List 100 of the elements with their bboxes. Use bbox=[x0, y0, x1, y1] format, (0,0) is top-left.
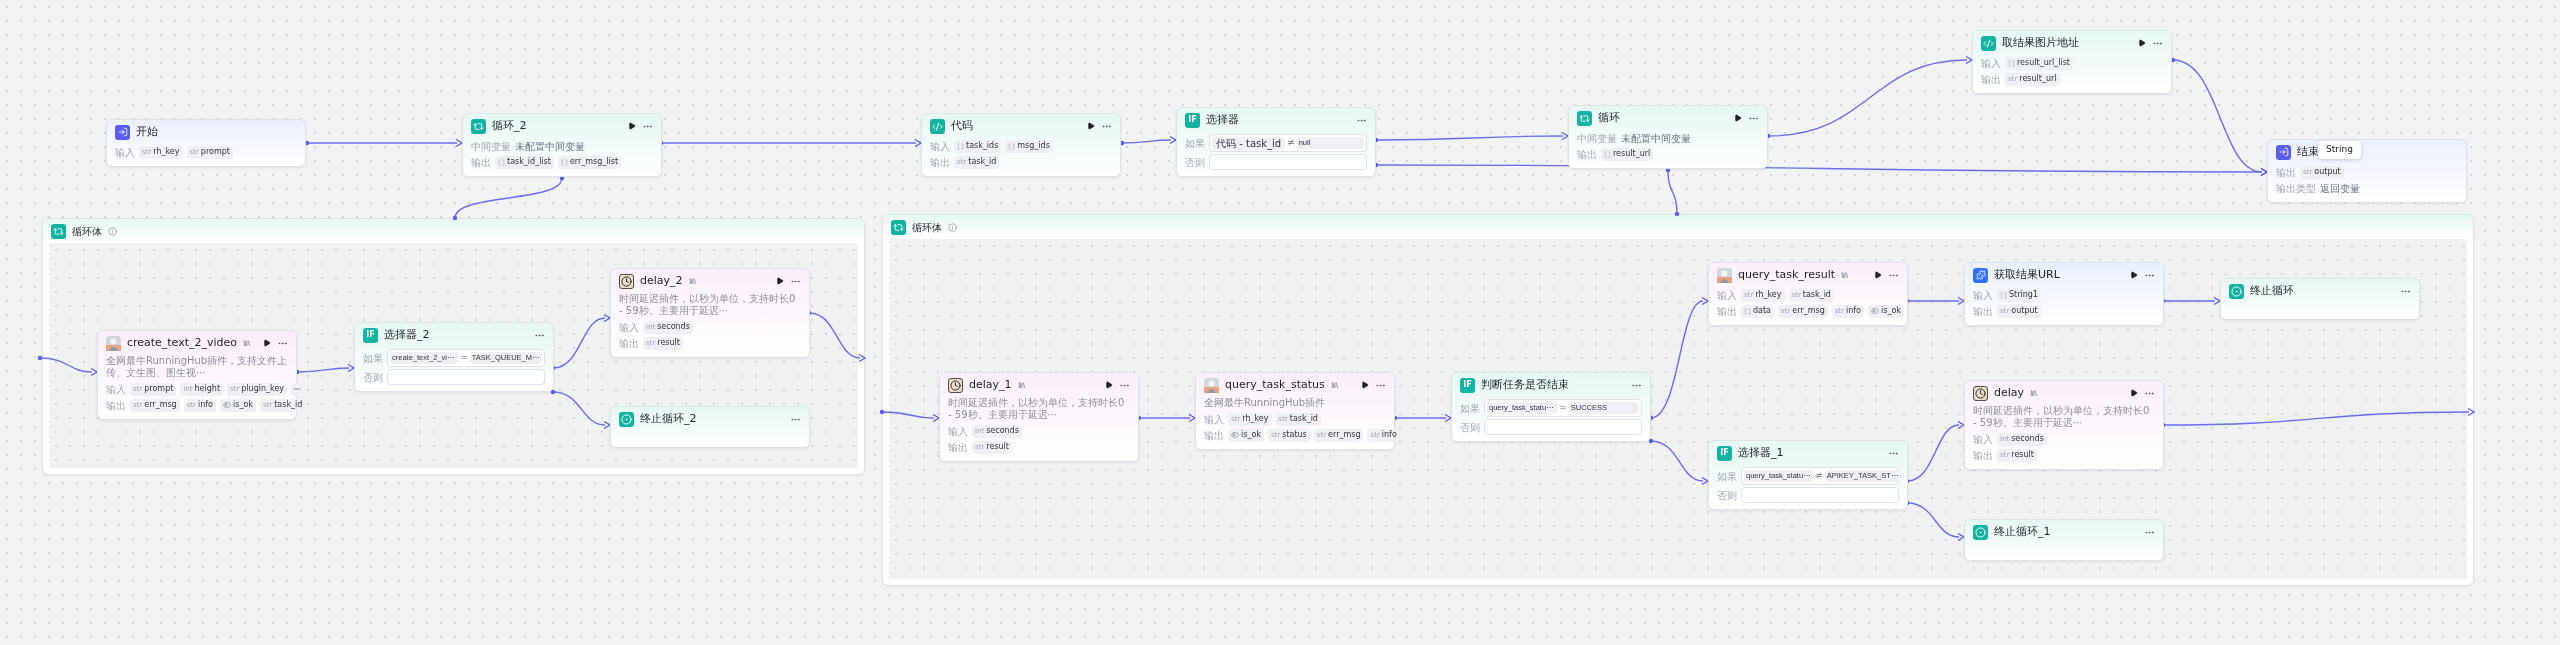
stop-icon bbox=[1973, 524, 1988, 540]
param-name: rh_key bbox=[1755, 291, 1782, 299]
library-icon bbox=[1841, 271, 1850, 279]
node-title: delay_1 bbox=[969, 376, 1012, 393]
row-value: 返回变量 bbox=[2320, 181, 2360, 196]
param-name: rh_key bbox=[153, 148, 180, 156]
run-button[interactable] bbox=[776, 277, 784, 285]
library-icon bbox=[2030, 389, 2039, 397]
node-title: query_task_result bbox=[1738, 266, 1836, 283]
run-button[interactable] bbox=[2130, 271, 2138, 279]
play-icon bbox=[2138, 39, 2146, 47]
node-card[interactable]: 终止循环_2 bbox=[610, 406, 810, 448]
enter-icon bbox=[115, 124, 130, 140]
plugin-icon bbox=[1204, 377, 1219, 393]
row-label: 中间变量 bbox=[471, 139, 511, 154]
row-label: 输出类型 bbox=[2276, 181, 2316, 196]
node-title: 获取结果URL bbox=[1994, 266, 2060, 283]
node-description: 时间延迟插件，以秒为单位，支持时长0 - 59秒。主要用于延迟⋯ bbox=[1972, 405, 2151, 429]
run-button[interactable] bbox=[1874, 271, 1882, 279]
param-name: result bbox=[2011, 451, 2034, 459]
param-name: output bbox=[2314, 168, 2341, 176]
run-button[interactable] bbox=[628, 122, 636, 130]
param-name: err_msg bbox=[1792, 307, 1825, 315]
run-button[interactable] bbox=[1734, 114, 1742, 122]
array-icon bbox=[1604, 150, 1611, 158]
toggle-icon bbox=[1871, 307, 1879, 315]
node-title: 取结果图片地址 bbox=[2002, 34, 2079, 51]
node-title: 选择器_2 bbox=[384, 326, 430, 343]
row-label: 输入 bbox=[1204, 412, 1224, 427]
row-label: 输出 bbox=[619, 336, 639, 351]
param-name: result_url bbox=[2019, 75, 2057, 83]
param-name: result bbox=[657, 339, 680, 347]
if-badge: IF bbox=[1185, 112, 1200, 128]
param-name: is_ok bbox=[233, 401, 253, 409]
panel-title: 循环体 bbox=[912, 220, 942, 235]
stop-icon bbox=[619, 411, 634, 427]
param-name: plugin_key bbox=[241, 385, 285, 393]
stop-icon bbox=[2229, 283, 2244, 299]
row-label: 输入 bbox=[930, 139, 950, 154]
play-icon bbox=[1361, 381, 1369, 389]
info-icon bbox=[108, 226, 117, 236]
node-title: 选择器_1 bbox=[1738, 444, 1784, 461]
play-icon bbox=[1105, 381, 1113, 389]
array-icon bbox=[1008, 142, 1016, 150]
node-title: delay_2 bbox=[640, 272, 683, 289]
plugin-icon bbox=[106, 335, 121, 351]
condition-operand: 代码 - task_id bbox=[1212, 136, 1286, 150]
condition-label: 否则 bbox=[1717, 488, 1737, 503]
condition-label: 否则 bbox=[1185, 155, 1205, 170]
run-button[interactable] bbox=[1087, 122, 1095, 130]
row-label: 输出 bbox=[1577, 147, 1597, 162]
run-button[interactable] bbox=[1105, 381, 1113, 389]
run-button[interactable] bbox=[1361, 381, 1369, 389]
condition-field[interactable] bbox=[1209, 154, 1367, 170]
row-label: 输出 bbox=[471, 155, 491, 170]
connector bbox=[1648, 438, 1710, 486]
param-name: task_id bbox=[968, 158, 997, 166]
param-name: msg_ids bbox=[1017, 142, 1050, 150]
node-title: delay bbox=[1994, 384, 2025, 401]
node-card[interactable]: 终止循环 bbox=[2220, 278, 2420, 320]
connector bbox=[1392, 413, 1453, 423]
param-name: info bbox=[197, 401, 213, 409]
node-description: 时间延迟插件，以秒为单位，支持时长0 - 59秒。主要用于延迟⋯ bbox=[947, 397, 1126, 421]
param-name: prompt bbox=[200, 148, 230, 156]
param-name: String1 bbox=[2009, 291, 2038, 299]
condition-field[interactable] bbox=[387, 369, 545, 385]
node-description: 时间延迟插件，以秒为单位，支持时长0 - 59秒。主要用于延迟⋯ bbox=[618, 293, 797, 317]
run-button[interactable] bbox=[2138, 39, 2146, 47]
row-label: 输入 bbox=[619, 320, 639, 335]
code-icon bbox=[1981, 35, 1996, 51]
connector bbox=[1136, 413, 1197, 423]
row-label: 中间变量 bbox=[1577, 131, 1617, 146]
node-title: 结束 bbox=[2297, 143, 2319, 160]
node-card[interactable]: 终止循环_1 bbox=[1964, 519, 2164, 561]
run-button[interactable] bbox=[2130, 389, 2138, 397]
run-button[interactable] bbox=[263, 339, 271, 347]
play-icon bbox=[1734, 114, 1742, 122]
node-card[interactable]: 循环_2 中间变量 未配置中间变量 输出 task_id_list err_msg_list bbox=[462, 113, 662, 177]
library-icon bbox=[243, 339, 251, 347]
play-icon bbox=[776, 277, 784, 285]
node-title: create_text_2_video bbox=[126, 334, 238, 351]
condition-label: 否则 bbox=[363, 370, 383, 385]
puzzle-icon bbox=[1973, 267, 1988, 283]
node-description: 全网最牛RunningHub插件 bbox=[1203, 397, 1327, 409]
if-badge: IF bbox=[363, 327, 378, 343]
clock-icon bbox=[948, 377, 963, 393]
row-label: 输入 bbox=[1717, 288, 1737, 303]
condition-field[interactable] bbox=[1484, 419, 1642, 435]
row-label: 输入 bbox=[106, 382, 126, 397]
condition-field[interactable] bbox=[1741, 487, 1899, 503]
more-icon bbox=[293, 385, 302, 393]
row-label: 输出 bbox=[1204, 428, 1224, 443]
param-name: result_url bbox=[1613, 150, 1651, 158]
toggle-icon bbox=[1231, 431, 1239, 439]
play-icon bbox=[263, 339, 271, 347]
library-icon bbox=[1330, 381, 1339, 389]
condition-operator: ≠ bbox=[1815, 469, 1823, 483]
param-name: rh_key bbox=[1242, 415, 1269, 423]
row-value: 未配置中间变量 bbox=[1621, 131, 1691, 146]
node-card[interactable]: 循环 中间变量 未配置中间变量 输出 result_url bbox=[1568, 105, 1768, 169]
